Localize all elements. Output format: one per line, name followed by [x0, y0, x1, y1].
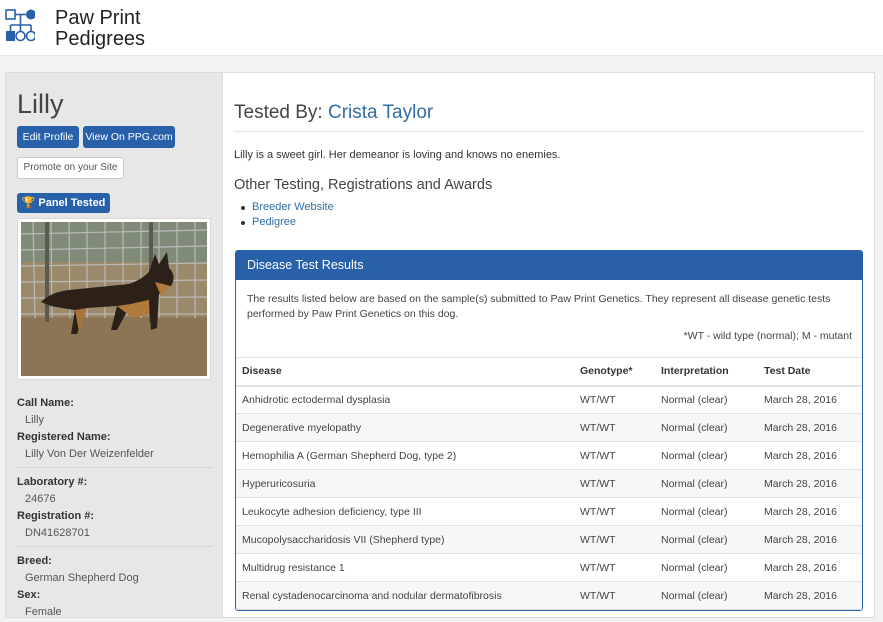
badge-label: Panel Tested [38, 197, 106, 209]
detail-group-numbers: Laboratory #: 24676 Registration #: DN41… [17, 475, 213, 547]
dog-photo-image [20, 221, 208, 376]
panel-title: Disease Test Results [236, 251, 862, 280]
test-date-cell: March 28, 2016 [758, 525, 862, 554]
registered-name-label: Registered Name: [17, 431, 111, 443]
genotype-cell: WT/WT [574, 469, 655, 498]
interpretation-cell: Normal (clear) [655, 553, 758, 582]
test-date-cell: March 28, 2016 [758, 441, 862, 470]
results-note: The results listed below are based on th… [247, 293, 831, 320]
dog-photo [17, 218, 211, 380]
interpretation-cell: Normal (clear) [655, 469, 758, 498]
registration-number-value: DN41628701 [25, 527, 90, 539]
disease-cell: Multidrug resistance 1 [236, 553, 574, 582]
disease-results-panel: Disease Test Results The results listed … [235, 250, 863, 611]
table-row: Multidrug resistance 1 WT/WT Normal (cle… [236, 553, 862, 582]
table-row: Mucopolysaccharidosis VII (Shepherd type… [236, 525, 862, 554]
detail-group-breed: Breed: German Shepherd Dog Sex: Female [17, 554, 213, 619]
view-on-ppg-button[interactable]: View On PPG.com [83, 126, 175, 148]
breed-value: German Shepherd Dog [25, 572, 139, 584]
laboratory-number-label: Laboratory #: [17, 476, 88, 488]
table-row: Anhidrotic ectodermal dysplasia WT/WT No… [236, 385, 862, 414]
test-date-cell: March 28, 2016 [758, 553, 862, 582]
column-header-disease: Disease [236, 357, 574, 387]
interpretation-cell: Normal (clear) [655, 413, 758, 442]
disease-cell: Degenerative myelopathy [236, 413, 574, 442]
column-header-interpretation: Interpretation [655, 357, 758, 387]
panel-tested-badge: 🏆 Panel Tested [17, 193, 110, 213]
tester-name-link[interactable]: Crista Taylor [328, 102, 433, 123]
registered-name-value: Lilly Von Der Weizenfelder [25, 448, 154, 460]
dog-profile-sidebar: Lilly Edit Profile View On PPG.com Promo… [5, 72, 223, 618]
table-row: Renal cystadenocarcinoma and nodular der… [236, 581, 862, 610]
dog-name: Lilly [17, 89, 64, 119]
divider [234, 131, 864, 132]
dog-details: Call Name: Lilly Registered Name: Lilly … [17, 393, 213, 622]
detail-group-names: Call Name: Lilly Registered Name: Lilly … [17, 396, 213, 468]
dog-description: Lilly is a sweet girl. Her demeanor is l… [234, 149, 561, 161]
genotype-cell: WT/WT [574, 385, 655, 414]
top-bar: Paw Print Pedigrees [0, 0, 883, 56]
genotype-cell: WT/WT [574, 413, 655, 442]
disease-cell: Mucopolysaccharidosis VII (Shepherd type… [236, 525, 574, 554]
edit-profile-button[interactable]: Edit Profile [17, 126, 79, 148]
genotype-legend: *WT - wild type (normal); M - mutant [683, 330, 852, 342]
trophy-icon: 🏆 [21, 197, 36, 209]
disease-cell: Hyperuricosuria [236, 469, 574, 498]
test-date-cell: March 28, 2016 [758, 497, 862, 526]
table-row: Hyperuricosuria WT/WT Normal (clear) Mar… [236, 469, 862, 498]
table-row: Leukocyte adhesion deficiency, type III … [236, 497, 862, 526]
laboratory-number-value: 24676 [25, 493, 56, 505]
sex-value: Female [25, 606, 62, 618]
interpretation-cell: Normal (clear) [655, 385, 758, 414]
other-testing-title: Other Testing, Registrations and Awards [234, 177, 493, 193]
test-date-cell: March 28, 2016 [758, 469, 862, 498]
column-header-genotype: Genotype* [574, 357, 655, 387]
pedigree-logo-icon[interactable] [5, 7, 35, 43]
genotype-cell: WT/WT [574, 553, 655, 582]
interpretation-cell: Normal (clear) [655, 525, 758, 554]
genotype-cell: WT/WT [574, 441, 655, 470]
brand-line-2: Pedigrees [55, 28, 146, 50]
column-header-test-date: Test Date [758, 357, 862, 387]
interpretation-cell: Normal (clear) [655, 497, 758, 526]
interpretation-cell: Normal (clear) [655, 441, 758, 470]
disease-cell: Hemophilia A (German Shepherd Dog, type … [236, 441, 574, 470]
test-results-main: Tested By: Crista Taylor Lilly is a swee… [222, 72, 875, 618]
disease-cell: Renal cystadenocarcinoma and nodular der… [236, 581, 574, 610]
brand-line-1: Paw Print [55, 7, 141, 29]
table-row: Hemophilia A (German Shepherd Dog, type … [236, 441, 862, 470]
brand-name[interactable]: Paw Print Pedigrees [55, 8, 145, 50]
registration-number-label: Registration #: [17, 510, 95, 522]
breed-label: Breed: [17, 555, 52, 567]
results-table: Disease Genotype* Interpretation Test Da… [236, 357, 862, 610]
tested-by-label: Tested By: [234, 102, 323, 123]
breeder-website-link[interactable]: Breeder Website [241, 200, 334, 215]
interpretation-cell: Normal (clear) [655, 581, 758, 610]
genotype-cell: WT/WT [574, 497, 655, 526]
tested-by-heading: Tested By: Crista Taylor [234, 102, 433, 124]
test-date-cell: March 28, 2016 [758, 581, 862, 610]
disease-cell: Anhidrotic ectodermal dysplasia [236, 385, 574, 414]
test-date-cell: March 28, 2016 [758, 413, 862, 442]
genotype-cell: WT/WT [574, 525, 655, 554]
promote-button[interactable]: Promote on your Site [17, 157, 124, 179]
table-row: Degenerative myelopathy WT/WT Normal (cl… [236, 413, 862, 442]
sex-label: Sex: [17, 589, 41, 601]
table-header-row: Disease Genotype* Interpretation Test Da… [236, 357, 862, 387]
other-testing-links: Breeder Website Pedigree [241, 200, 334, 230]
call-name-value: Lilly [25, 414, 44, 426]
call-name-label: Call Name: [17, 397, 74, 409]
disease-cell: Leukocyte adhesion deficiency, type III [236, 497, 574, 526]
genotype-cell: WT/WT [574, 581, 655, 610]
test-date-cell: March 28, 2016 [758, 385, 862, 414]
pedigree-link[interactable]: Pedigree [241, 215, 334, 230]
